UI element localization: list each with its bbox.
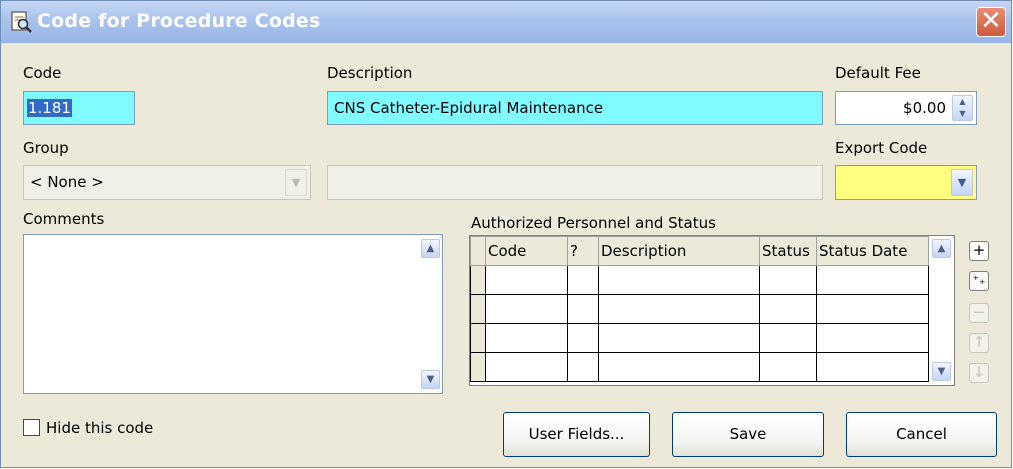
column-header-description[interactable]: Description bbox=[598, 236, 760, 266]
comments-textarea[interactable]: ▲ ▼ bbox=[23, 234, 443, 394]
user-fields-button[interactable]: User Fields... bbox=[503, 412, 650, 457]
add-row-button[interactable]: + bbox=[969, 241, 989, 261]
save-button-label: Save bbox=[729, 425, 767, 443]
move-down-button[interactable]: ↓ bbox=[969, 363, 989, 383]
table-cell[interactable] bbox=[485, 323, 568, 353]
table-cell[interactable] bbox=[567, 265, 599, 295]
table-cell[interactable] bbox=[759, 352, 817, 382]
group-label: Group bbox=[23, 139, 69, 157]
table-row[interactable] bbox=[470, 265, 929, 295]
table-cell[interactable] bbox=[567, 352, 599, 382]
cancel-button[interactable]: Cancel bbox=[846, 412, 997, 457]
table-cell[interactable] bbox=[816, 265, 929, 295]
row-selector[interactable] bbox=[470, 352, 486, 382]
comments-label: Comments bbox=[23, 210, 105, 228]
table-cell[interactable] bbox=[759, 294, 817, 324]
description-input-value: CNS Catheter-Epidural Maintenance bbox=[334, 99, 604, 117]
table-header-row: Code ? Description Status Status Date bbox=[470, 236, 929, 266]
table-cell[interactable] bbox=[598, 294, 760, 324]
table-cell[interactable] bbox=[816, 352, 929, 382]
default-fee-spinner[interactable]: $0.00 ▲ ▼ bbox=[835, 91, 977, 125]
comments-scroll-up-icon[interactable]: ▲ bbox=[421, 239, 440, 258]
hide-code-label[interactable]: Hide this code bbox=[46, 419, 153, 437]
table-cell[interactable] bbox=[567, 323, 599, 353]
cancel-button-label: Cancel bbox=[896, 425, 947, 443]
authorized-personnel-label: Authorized Personnel and Status bbox=[471, 214, 716, 232]
dialog-window: Code for Procedure Codes ✕ Code Descript… bbox=[0, 0, 1012, 468]
description-label: Description bbox=[327, 64, 413, 82]
magnifier-document-icon bbox=[11, 11, 32, 33]
plus-icon: + bbox=[972, 241, 986, 259]
row-selector[interactable] bbox=[470, 265, 486, 295]
user-fields-button-label: User Fields... bbox=[528, 425, 625, 443]
group-dropdown-value: < None > bbox=[30, 173, 104, 191]
table-cell[interactable] bbox=[485, 294, 568, 324]
table-cell[interactable] bbox=[567, 294, 599, 324]
arrow-down-icon: ↓ bbox=[972, 363, 986, 381]
row-selector-header bbox=[470, 236, 486, 266]
minus-icon: − bbox=[972, 303, 986, 321]
default-fee-label: Default Fee bbox=[835, 64, 921, 82]
table-cell[interactable] bbox=[816, 323, 929, 353]
code-label: Code bbox=[23, 64, 62, 82]
close-button[interactable]: ✕ bbox=[976, 7, 1006, 37]
plus-plus-icon: ⁺₊ bbox=[972, 273, 986, 287]
grid-scroll-up-icon[interactable]: ▲ bbox=[932, 239, 951, 258]
table-cell[interactable] bbox=[485, 352, 568, 382]
default-fee-value: $0.00 bbox=[903, 99, 946, 117]
move-up-button[interactable]: ↑ bbox=[969, 333, 989, 353]
title-bar[interactable]: Code for Procedure Codes ✕ bbox=[1, 1, 1011, 43]
arrow-up-icon: ↑ bbox=[972, 333, 986, 351]
fee-spin-up-icon[interactable]: ▲ bbox=[953, 96, 972, 108]
window-title: Code for Procedure Codes bbox=[37, 10, 321, 32]
row-selector[interactable] bbox=[470, 294, 486, 324]
group-description-field bbox=[327, 165, 823, 200]
column-header-question[interactable]: ? bbox=[567, 236, 599, 266]
code-input-value: 1.181 bbox=[27, 99, 72, 117]
column-header-status-date[interactable]: Status Date bbox=[816, 236, 929, 266]
fee-spin-down-icon[interactable]: ▼ bbox=[953, 108, 972, 120]
table-row[interactable] bbox=[470, 294, 929, 324]
code-input[interactable]: 1.181 bbox=[23, 91, 135, 125]
remove-row-button[interactable]: − bbox=[969, 303, 989, 323]
description-input[interactable]: CNS Catheter-Epidural Maintenance bbox=[327, 91, 823, 125]
table-cell[interactable] bbox=[759, 265, 817, 295]
table-cell[interactable] bbox=[598, 323, 760, 353]
close-icon: ✕ bbox=[980, 6, 1002, 36]
group-dropdown[interactable]: < None > ▼ bbox=[23, 165, 311, 200]
table-cell[interactable] bbox=[816, 294, 929, 324]
export-code-chevron-down-icon[interactable]: ▼ bbox=[951, 169, 973, 196]
comments-scroll-down-icon[interactable]: ▼ bbox=[421, 370, 440, 389]
add-multiple-rows-button[interactable]: ⁺₊ bbox=[969, 271, 989, 291]
table-cell[interactable] bbox=[598, 265, 760, 295]
column-header-status[interactable]: Status bbox=[759, 236, 817, 266]
table-row[interactable] bbox=[470, 352, 929, 382]
authorized-personnel-grid[interactable]: Code ? Description Status Status Date ▲ … bbox=[469, 235, 955, 386]
fee-spin-buttons[interactable]: ▲ ▼ bbox=[952, 95, 973, 121]
column-header-code[interactable]: Code bbox=[485, 236, 568, 266]
row-selector[interactable] bbox=[470, 323, 486, 353]
export-code-label: Export Code bbox=[835, 139, 928, 157]
table-cell[interactable] bbox=[598, 352, 760, 382]
grid-scroll-down-icon[interactable]: ▼ bbox=[932, 362, 951, 381]
table-cell[interactable] bbox=[759, 323, 817, 353]
save-button[interactable]: Save bbox=[672, 412, 824, 457]
personnel-table: Code ? Description Status Status Date bbox=[470, 236, 929, 382]
hide-code-checkbox[interactable] bbox=[23, 419, 40, 436]
table-cell[interactable] bbox=[485, 265, 568, 295]
export-code-dropdown[interactable]: ▼ bbox=[835, 165, 977, 200]
group-dropdown-chevron-down-icon[interactable]: ▼ bbox=[285, 169, 307, 196]
table-row[interactable] bbox=[470, 323, 929, 353]
